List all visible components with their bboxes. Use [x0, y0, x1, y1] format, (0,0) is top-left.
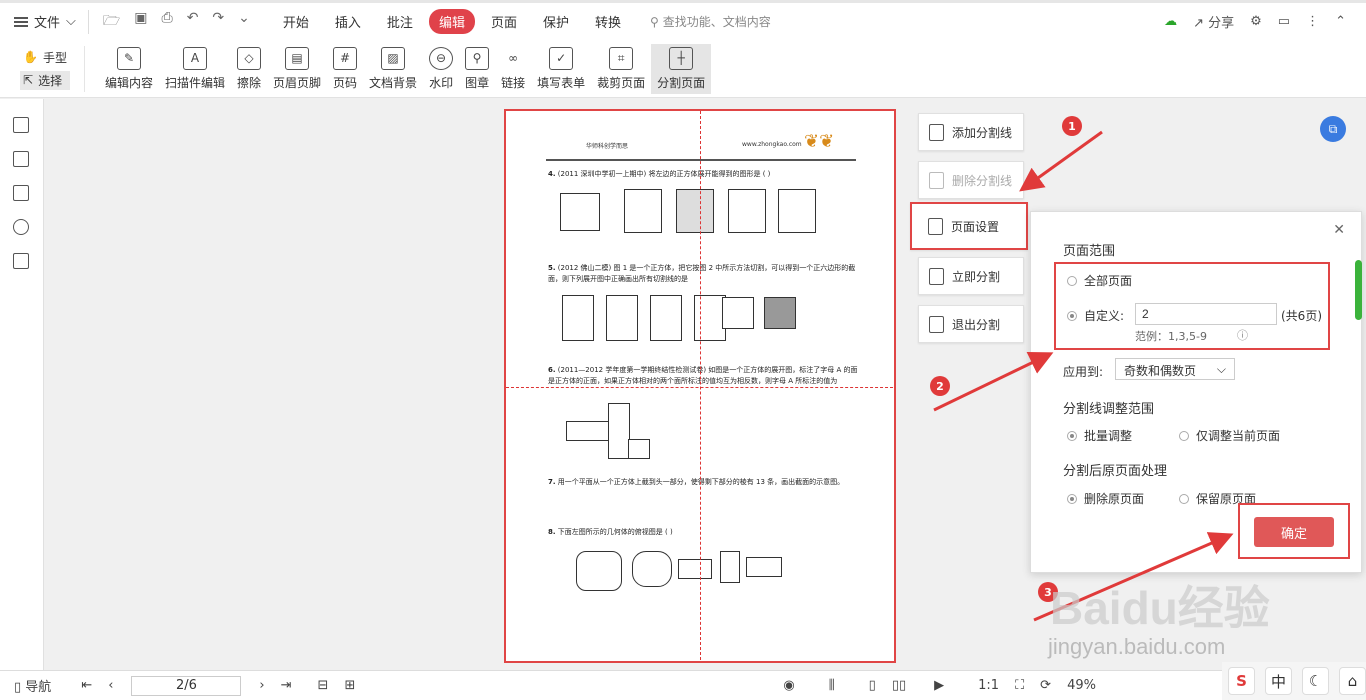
watermark-brand: Baidu经验 — [1050, 582, 1270, 634]
nav-button[interactable]: ▯ 导航 — [14, 676, 51, 695]
play-icon[interactable]: ▶ — [934, 678, 944, 693]
last-page-icon[interactable]: ⇥ — [281, 678, 292, 693]
shirt-icon[interactable]: ⌂ — [1339, 667, 1366, 695]
status-bar: ▯ 导航 ⇤ ‹ 2/6 › ⇥ ⊟ ⊞ ◉ ⫼ ▯ ▯▯ ▶ 1:1 ⛶ ⟳ … — [0, 670, 1366, 700]
step-badge-1: 1 — [1062, 116, 1082, 136]
assistant-icon[interactable]: ⧉ — [1320, 116, 1346, 142]
first-page-icon[interactable]: ⇤ — [81, 678, 92, 693]
eye-icon[interactable]: ◉ — [783, 678, 794, 693]
zoom-level[interactable]: 49% — [1067, 678, 1096, 693]
rotate-icon[interactable]: ⟳ — [1040, 678, 1051, 693]
arrow-1 — [1019, 130, 1103, 192]
page-number-input[interactable]: 2/6 — [131, 675, 242, 696]
nav-label: 导航 — [25, 680, 52, 695]
double-page-icon[interactable]: ▯▯ — [892, 678, 906, 693]
column-icon[interactable]: ⫼ — [829, 678, 835, 693]
ime-lang-button[interactable]: 中 — [1265, 667, 1292, 695]
single-page-icon[interactable]: ▯ — [869, 678, 876, 693]
forward-icon[interactable]: ⊞ — [344, 678, 355, 693]
next-page-icon[interactable]: › — [259, 678, 264, 693]
prev-page-icon[interactable]: ‹ — [108, 678, 113, 693]
actual-size-button[interactable]: 1:1 — [978, 678, 999, 693]
sogou-icon[interactable]: S — [1228, 667, 1255, 695]
watermark-url: jingyan.baidu.com — [1048, 634, 1226, 659]
step-badge-2: 2 — [930, 376, 950, 396]
back-icon[interactable]: ⊟ — [318, 678, 329, 693]
ime-toolbar: S 中 ☾ ⌂ — [1222, 662, 1366, 700]
moon-icon[interactable]: ☾ — [1302, 667, 1329, 695]
fit-page-icon[interactable]: ⛶ — [1015, 678, 1024, 693]
arrow-2 — [933, 352, 1054, 412]
scrollbar-thumb[interactable] — [1355, 260, 1362, 320]
